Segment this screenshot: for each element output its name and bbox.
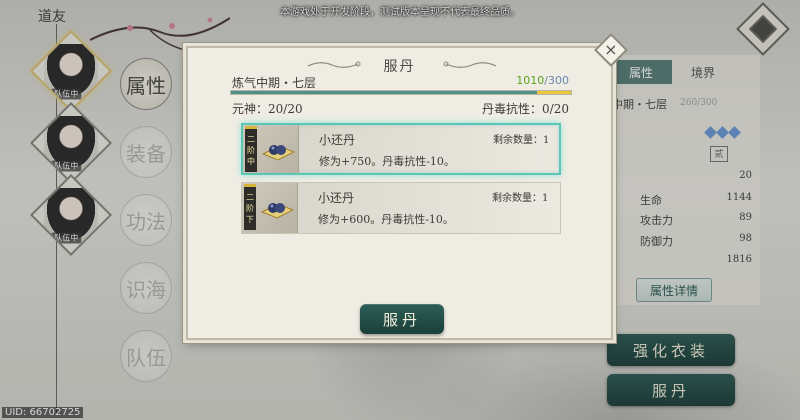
xp-progress-bar <box>230 90 572 95</box>
grade-char: 中 <box>247 157 255 166</box>
pill-toxicity-resistance: 丹毒抗性：0/20 <box>482 102 569 116</box>
xp-progress-fill <box>231 91 537 94</box>
grade-char: 二 <box>247 135 255 144</box>
pill-name: 小还丹 <box>318 191 355 205</box>
pill-list-item[interactable]: 二 阶 下 小还丹 剩余数量：1 修为+600。丹毒抗性-10。 <box>241 182 561 234</box>
take-pill-button[interactable]: 服丹 <box>360 304 444 334</box>
pill-remaining: 剩余数量：1 <box>493 135 550 146</box>
grade-badge: 二 阶 下 <box>244 184 256 230</box>
xp-current: 1010 <box>516 74 545 87</box>
pill-effect: 修为+750。丹毒抗性-10。 <box>319 155 455 168</box>
pill-thumbnail: 二 阶 下 <box>242 183 298 233</box>
take-pill-dialog: 服丹 × 炼气中期・七层 1010/300 元神：20/20 丹毒抗性：0/20… <box>186 33 628 340</box>
pill-effect: 修为+600。丹毒抗性-10。 <box>318 213 454 226</box>
pill-thumbnail: 二 阶 中 <box>243 125 299 173</box>
grade-char: 阶 <box>247 146 255 155</box>
xp-max: 300 <box>548 74 569 87</box>
xp-readout: 1010/300 <box>516 74 569 87</box>
pill-list-item[interactable]: 二 阶 中 小还丹 剩余数量：1 修为+750。丹毒抗性-10。 <box>241 123 561 175</box>
grade-char: 二 <box>246 193 254 202</box>
cultivation-realm: 炼气中期・七层 <box>232 76 317 90</box>
grade-char: 下 <box>246 215 254 224</box>
pill-remaining: 剩余数量：1 <box>492 193 549 204</box>
spirit-readout: 元神：20/20 <box>232 102 303 116</box>
pill-name: 小还丹 <box>319 133 356 147</box>
grade-char: 阶 <box>246 204 254 213</box>
dialog-title: 服丹 <box>383 59 416 75</box>
close-icon: × <box>604 40 618 59</box>
xp-overflow-fill <box>537 91 571 94</box>
grade-badge: 二 阶 中 <box>245 126 257 172</box>
pill-icon <box>261 145 295 161</box>
pill-icon <box>260 203 294 219</box>
